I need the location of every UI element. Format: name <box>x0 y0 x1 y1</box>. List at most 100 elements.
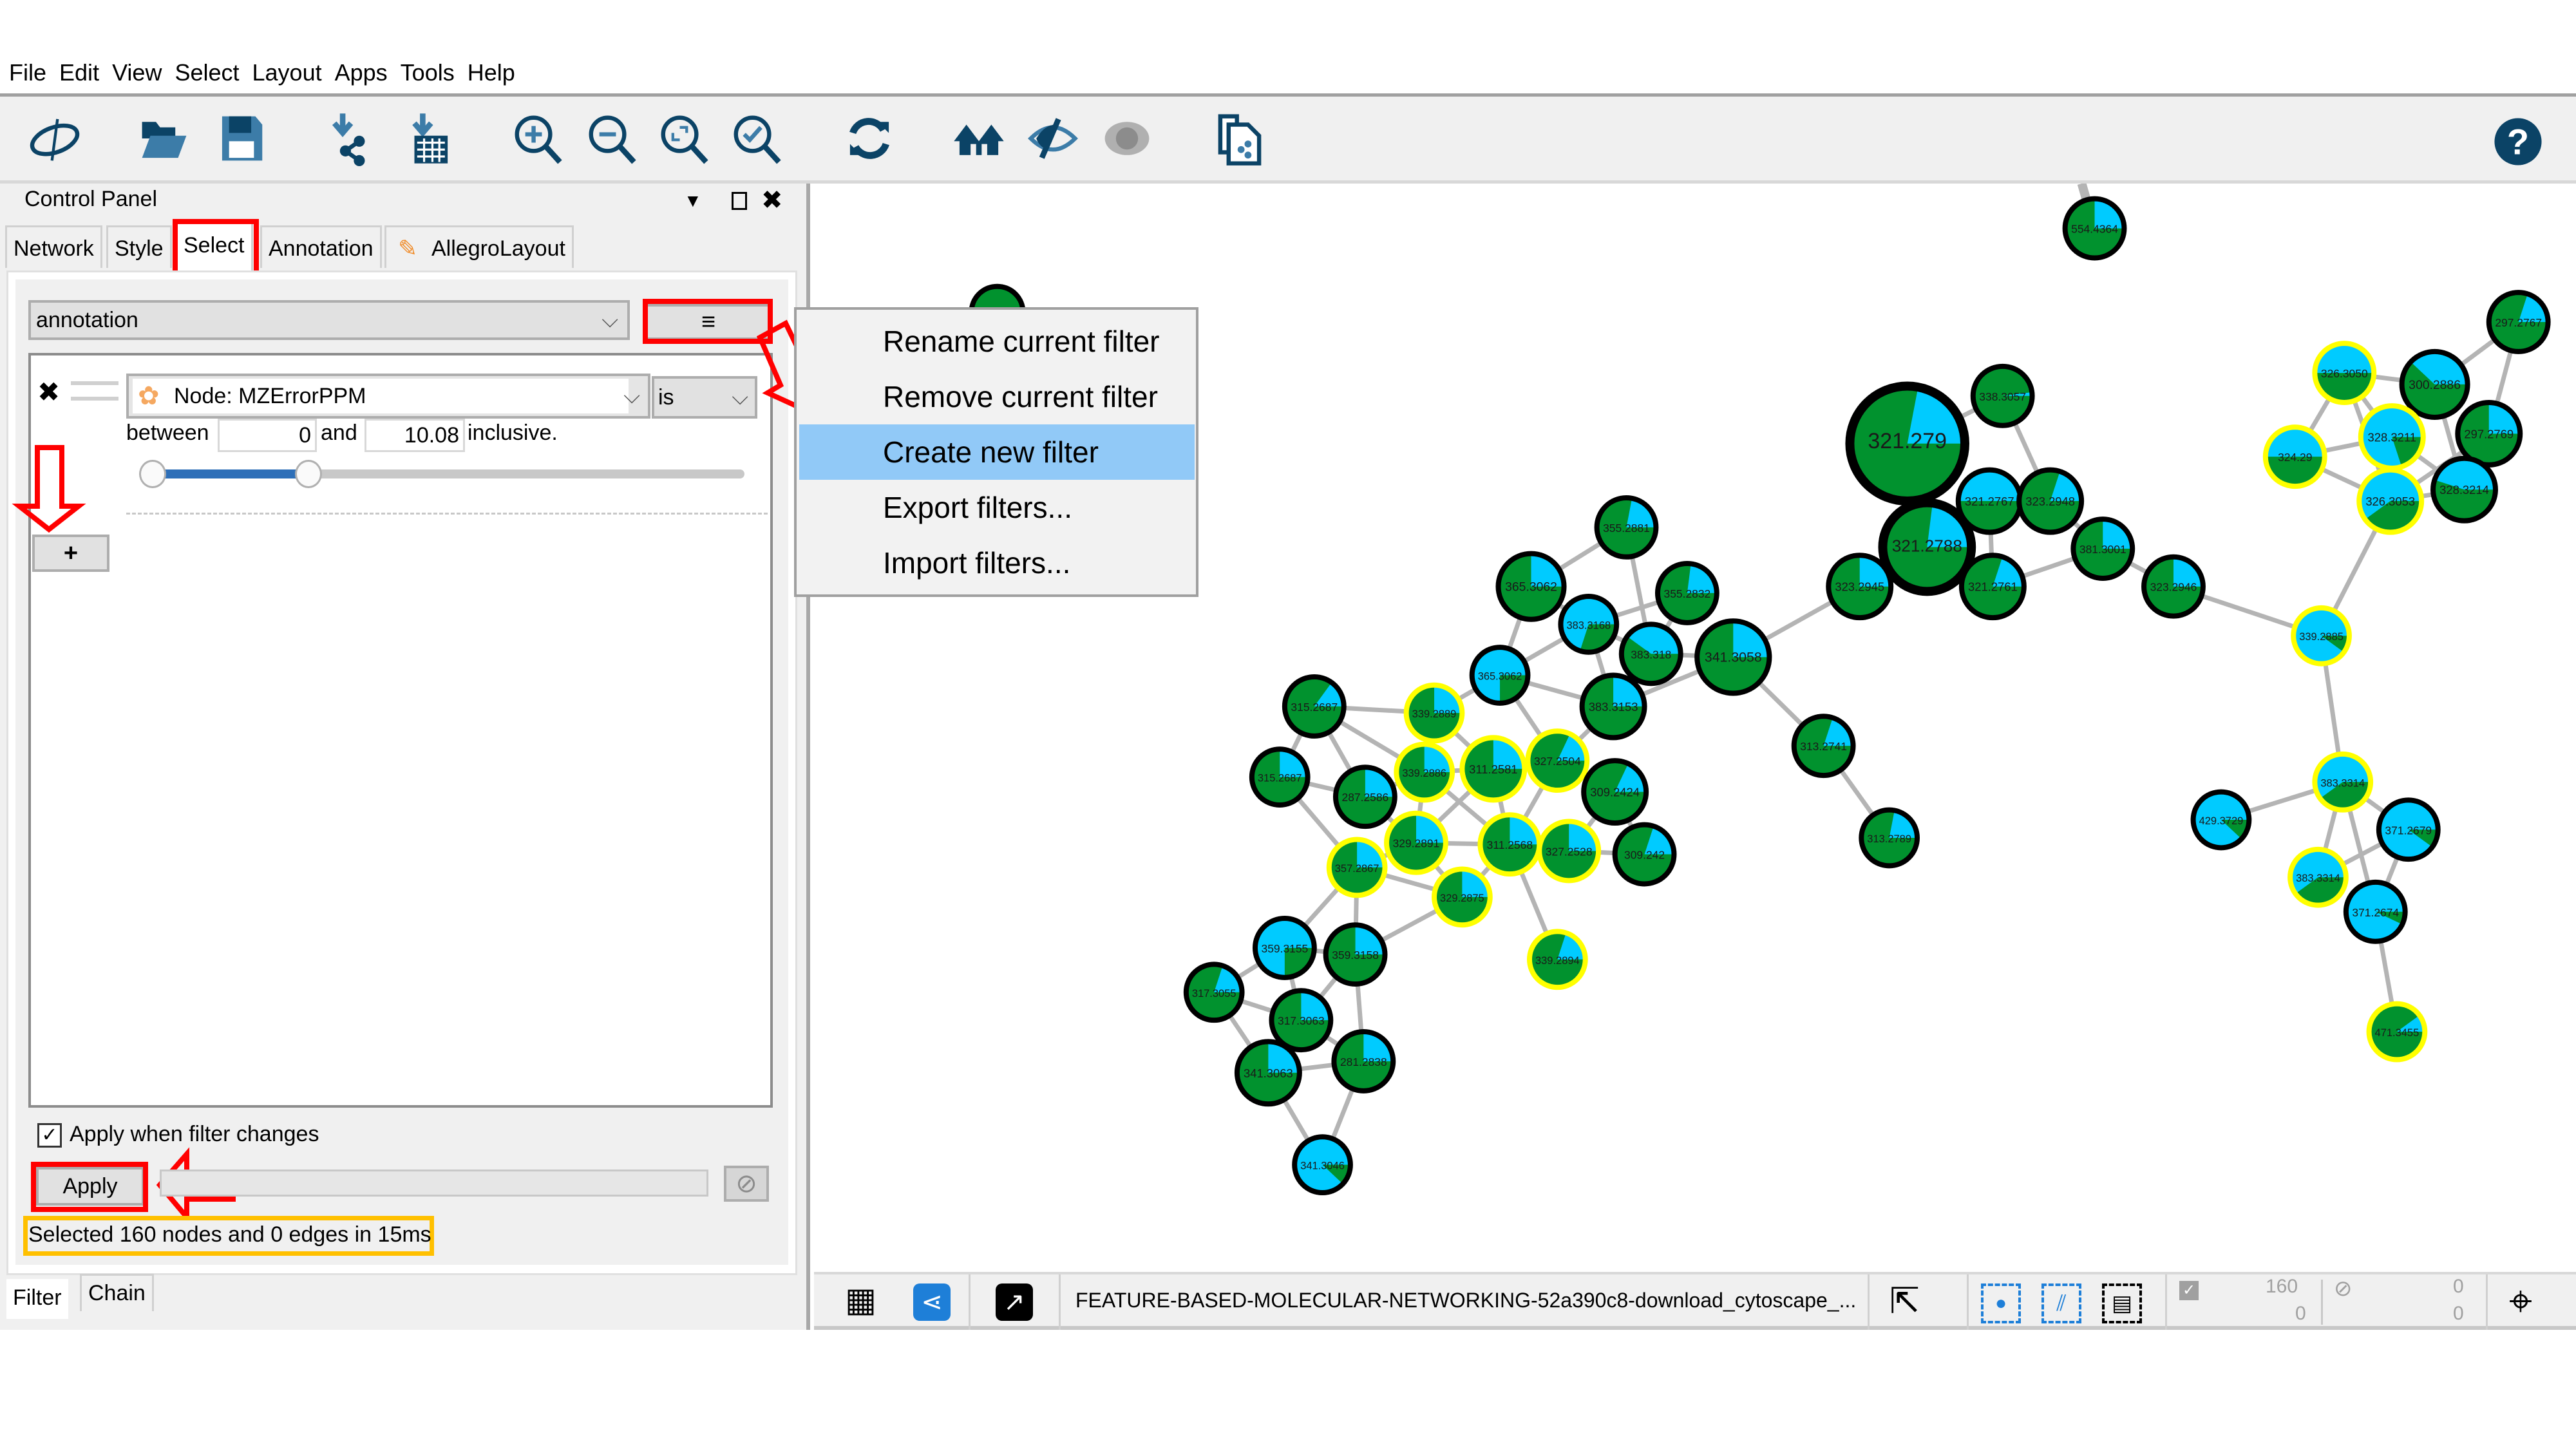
network-node[interactable]: 321.2788 <box>1878 498 1976 596</box>
network-node[interactable]: 309.2424 <box>1581 758 1649 826</box>
network-node[interactable]: 300.2886 <box>2399 348 2470 420</box>
menu-item-create-filter[interactable]: Create new filter <box>799 424 1195 480</box>
select-nodes-icon[interactable]: ● <box>1981 1283 2021 1323</box>
operator-dropdown[interactable]: is ⌵ <box>652 376 757 419</box>
tab-annotation[interactable]: Annotation <box>260 225 382 268</box>
network-node[interactable]: 287.2586 <box>1332 764 1397 829</box>
network-node[interactable]: 383.3168 <box>1558 594 1620 655</box>
menu-help[interactable]: Help <box>468 59 515 86</box>
network-node[interactable]: 326.3053 <box>2356 467 2425 535</box>
network-node[interactable]: 311.2568 <box>1477 812 1542 877</box>
network-node[interactable]: 324.29 <box>2262 424 2327 489</box>
tab-style[interactable]: Style <box>106 225 172 268</box>
network-node[interactable]: 321.2761 <box>1958 553 2027 621</box>
menu-edit[interactable]: Edit <box>59 59 99 86</box>
network-node[interactable]: 359.3155 <box>1252 916 1317 980</box>
network-node[interactable]: 317.3055 <box>1183 961 1245 1023</box>
network-node[interactable]: 281.2838 <box>1331 1029 1396 1094</box>
network-node[interactable]: 383.3314 <box>2312 751 2374 813</box>
menu-item-rename-filter[interactable]: Rename current filter <box>799 314 1195 369</box>
expand-view-icon[interactable]: ↗ <box>996 1283 1033 1321</box>
menu-tools[interactable]: Tools <box>401 59 455 86</box>
share-network-icon[interactable]: ⋖ <box>913 1283 951 1321</box>
network-node[interactable]: 328.3214 <box>2430 455 2498 524</box>
home-icon[interactable] <box>950 109 1008 167</box>
network-node[interactable]: 383.318 <box>1618 621 1683 687</box>
network-node[interactable]: 339.2886 <box>1394 741 1455 803</box>
network-node[interactable]: 355.2881 <box>1594 495 1659 560</box>
menu-view[interactable]: View <box>112 59 162 86</box>
drag-handle-icon[interactable] <box>71 381 118 401</box>
import-network-icon[interactable] <box>322 109 380 167</box>
export-network-icon[interactable]: ⇱ <box>1889 1280 1920 1322</box>
network-node[interactable]: 323.2946 <box>2141 554 2206 619</box>
network-node[interactable]: 339.2889 <box>1403 682 1465 744</box>
network-node[interactable]: 309.242 <box>1612 822 1677 887</box>
menu-file[interactable]: File <box>9 59 46 86</box>
menu-apps[interactable]: Apps <box>335 59 388 86</box>
network-node[interactable]: 321.279 <box>1845 381 1969 506</box>
save-session-icon[interactable] <box>213 109 270 167</box>
zoom-in-icon[interactable] <box>509 109 567 167</box>
tab-select[interactable]: Select <box>175 222 253 275</box>
tab-allegrolayout[interactable]: ✎ AllegroLayout <box>384 225 574 268</box>
show-icon[interactable] <box>1098 109 1156 167</box>
apply-when-changes-checkbox[interactable]: ✓ <box>37 1123 62 1148</box>
range-slider-min-handle[interactable] <box>139 460 166 488</box>
network-node[interactable]: 338.3057 <box>1970 363 2035 428</box>
panel-menu-icon[interactable]: ▼ <box>684 191 702 211</box>
grid-view-icon[interactable]: ▦ <box>845 1283 876 1317</box>
network-node[interactable]: 339.2885 <box>2291 605 2352 667</box>
network-node[interactable]: 381.3001 <box>2070 516 2136 581</box>
network-node[interactable]: 471.3455 <box>2366 1001 2428 1063</box>
refresh-icon[interactable] <box>840 109 898 167</box>
network-node[interactable]: 315.2687 <box>1282 674 1347 739</box>
network-node[interactable]: 357.2867 <box>1326 837 1388 898</box>
network-node[interactable]: 371.2674 <box>2343 879 2408 944</box>
help-icon[interactable]: ? <box>2489 113 2547 171</box>
network-node[interactable]: 323.2948 <box>2016 467 2085 535</box>
network-node[interactable]: 383.3314 <box>2287 846 2349 908</box>
filter-name-dropdown[interactable]: annotation ⌵ <box>28 300 630 340</box>
menu-select[interactable]: Select <box>175 59 239 86</box>
network-node[interactable]: 311.2581 <box>1459 735 1528 803</box>
network-node[interactable]: 341.3063 <box>1234 1039 1302 1107</box>
zoom-out-icon[interactable] <box>583 109 641 167</box>
menu-layout[interactable]: Layout <box>252 59 322 86</box>
menu-item-export-filters[interactable]: Export filters... <box>799 480 1195 535</box>
filter-options-button[interactable]: ≡ <box>645 304 772 340</box>
cancel-icon[interactable]: ⊘ <box>724 1166 769 1202</box>
network-node[interactable]: 326.3050 <box>2312 341 2377 405</box>
import-table-icon[interactable] <box>399 109 457 167</box>
min-value-field[interactable]: 0 <box>218 419 317 452</box>
network-node[interactable]: 313.2789 <box>1859 807 1920 869</box>
network-node[interactable]: 327.2528 <box>1537 819 1602 884</box>
tab-filter[interactable]: Filter <box>6 1279 68 1319</box>
menu-item-import-filters[interactable]: Import filters... <box>799 535 1195 591</box>
add-condition-button[interactable]: + <box>32 535 109 572</box>
network-node[interactable]: 323.2945 <box>1826 553 1894 621</box>
open-session-icon[interactable] <box>135 109 193 167</box>
network-node[interactable]: 554.4364 <box>2062 196 2127 261</box>
network-node[interactable]: 317.3063 <box>1269 988 1334 1053</box>
hide-icon[interactable] <box>1024 109 1082 167</box>
network-node[interactable]: 315.2687 <box>1249 746 1311 808</box>
network-node[interactable]: 297.2767 <box>2486 290 2551 354</box>
float-panel-icon[interactable] <box>732 192 747 210</box>
network-node[interactable]: 341.3058 <box>1694 618 1772 696</box>
network-node[interactable]: 328.3211 <box>2358 403 2426 471</box>
network-node[interactable]: 365.3062 <box>1469 645 1531 706</box>
select-annotations-icon[interactable]: ▤ <box>2102 1283 2142 1323</box>
network-node[interactable]: 341.3046 <box>1292 1134 1353 1196</box>
range-slider[interactable] <box>139 460 744 488</box>
zoom-selected-icon[interactable] <box>728 109 786 167</box>
network-node[interactable]: 365.3062 <box>1495 551 1567 622</box>
menu-item-remove-filter[interactable]: Remove current filter <box>799 369 1195 424</box>
apply-button[interactable]: Apply <box>36 1167 144 1206</box>
tab-network[interactable]: Network <box>5 225 102 268</box>
network-node[interactable]: 329.2891 <box>1384 810 1448 875</box>
network-node[interactable]: 339.2894 <box>1526 929 1588 990</box>
navigator-icon[interactable]: ⌖ <box>2509 1278 2532 1323</box>
network-node[interactable]: 383.3153 <box>1579 672 1647 741</box>
network-node[interactable]: 355.2832 <box>1654 560 1719 625</box>
